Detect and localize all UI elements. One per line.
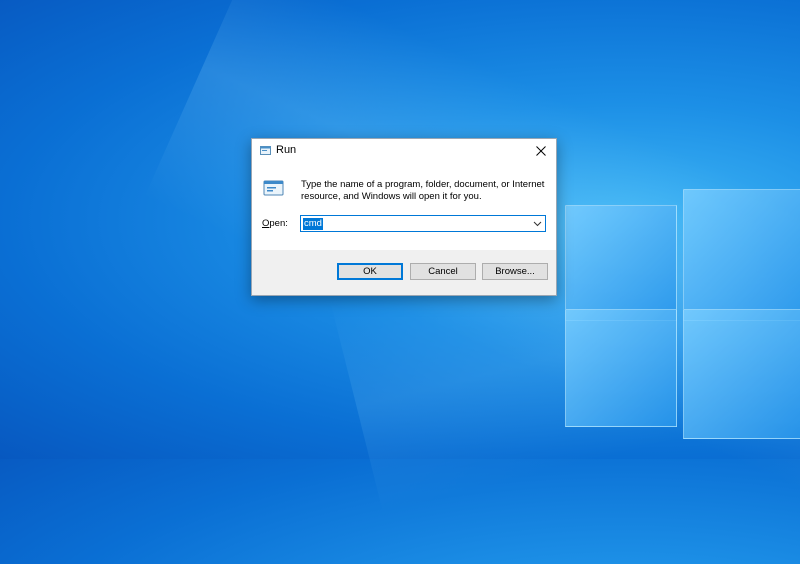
open-label: Open: <box>262 218 288 229</box>
logo-pane <box>683 309 800 439</box>
open-label-text: pen: <box>269 218 288 229</box>
title-bar[interactable]: Run <box>252 139 556 163</box>
ok-button[interactable]: OK <box>337 263 403 280</box>
close-icon <box>536 146 546 156</box>
run-dialog: Run Type the name of a program, folder, … <box>251 138 557 296</box>
cancel-button[interactable]: Cancel <box>410 263 476 280</box>
windows-logo <box>565 185 800 439</box>
logo-pane <box>565 205 677 321</box>
dialog-content: Type the name of a program, folder, docu… <box>252 163 556 250</box>
close-button[interactable] <box>526 139 556 163</box>
run-icon <box>260 146 271 155</box>
open-input[interactable]: cmd <box>300 215 546 232</box>
dialog-description: Type the name of a program, folder, docu… <box>301 179 545 202</box>
browse-button[interactable]: Browse... <box>482 263 548 280</box>
dialog-footer: OK Cancel Browse... <box>252 250 556 295</box>
open-input-value: cmd <box>303 218 323 230</box>
run-icon <box>263 180 284 196</box>
logo-pane <box>683 189 800 321</box>
logo-pane <box>565 309 677 427</box>
dialog-title: Run <box>276 144 297 156</box>
chevron-down-icon[interactable] <box>533 220 542 227</box>
